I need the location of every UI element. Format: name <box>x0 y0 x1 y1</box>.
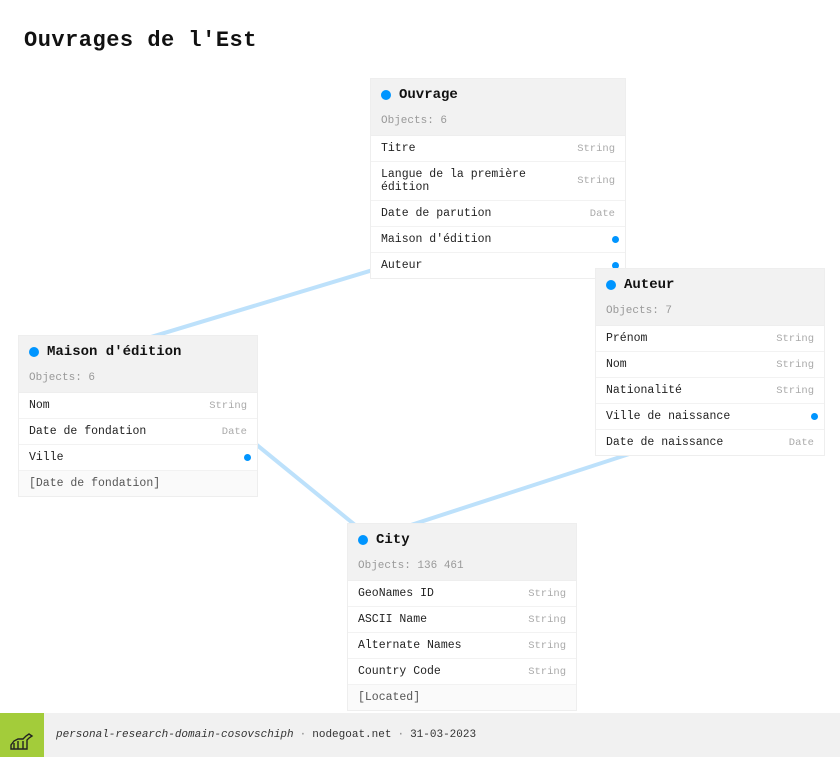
node-header[interactable]: Auteur <box>596 268 824 301</box>
field-row[interactable]: Auteur <box>371 253 625 278</box>
field-label: [Date de fondation] <box>29 477 160 490</box>
field-label: Auteur <box>381 259 422 272</box>
field-type: String <box>528 640 566 652</box>
field-row[interactable]: Nom String <box>19 393 257 419</box>
node-dot-icon <box>381 90 391 100</box>
field-label: Nationalité <box>606 384 682 397</box>
field-label: Langue de la première édition <box>381 168 577 194</box>
node-title: City <box>376 532 410 548</box>
node-objects-count: Objects: 6 <box>19 368 257 393</box>
field-label: Maison d'édition <box>381 233 491 246</box>
field-row[interactable]: GeoNames ID String <box>348 581 576 607</box>
field-type: String <box>776 385 814 397</box>
node-maison[interactable]: Maison d'édition Objects: 6 Nom String Da… <box>18 335 258 497</box>
field-label: Ville <box>29 451 64 464</box>
field-row[interactable]: Nationalité String <box>596 378 824 404</box>
footer-site: nodegoat.net <box>312 729 391 741</box>
field-label: [Located] <box>358 691 420 704</box>
field-row[interactable]: Ville de naissance <box>596 404 824 430</box>
node-dot-icon <box>29 347 39 357</box>
field-type: String <box>577 143 615 155</box>
field-label: Nom <box>29 399 50 412</box>
node-objects-count: Objects: 136 461 <box>348 556 576 581</box>
node-objects-count: Objects: 7 <box>596 301 824 326</box>
field-type: String <box>209 400 247 412</box>
footer: personal-research-domain-cosovschiph · n… <box>0 713 840 757</box>
field-row[interactable]: Titre String <box>371 136 625 162</box>
field-row[interactable]: Prénom String <box>596 326 824 352</box>
node-title: Auteur <box>624 277 674 293</box>
field-label: Ville de naissance <box>606 410 730 423</box>
page-title: Ouvrages de l'Est <box>24 28 257 53</box>
link-dot-icon <box>612 236 619 243</box>
field-label: Prénom <box>606 332 647 345</box>
link-dot-icon <box>811 413 818 420</box>
field-type: String <box>776 359 814 371</box>
footer-domain: personal-research-domain-cosovschiph <box>56 729 294 741</box>
field-label: Country Code <box>358 665 441 678</box>
field-row[interactable]: Country Code String <box>348 659 576 685</box>
field-row[interactable]: Date de naissance Date <box>596 430 824 455</box>
field-label: ASCII Name <box>358 613 427 626</box>
field-type: Date <box>590 208 615 220</box>
field-type: String <box>776 333 814 345</box>
node-header[interactable]: Maison d'édition <box>19 335 257 368</box>
node-header[interactable]: City <box>348 523 576 556</box>
field-type: Date <box>222 426 247 438</box>
field-type: Date <box>789 437 814 449</box>
node-dot-icon <box>358 535 368 545</box>
field-row[interactable]: Ville <box>19 445 257 471</box>
field-label: Alternate Names <box>358 639 462 652</box>
node-dot-icon <box>606 280 616 290</box>
goat-logo-icon <box>0 713 44 757</box>
link-dot-icon <box>244 454 251 461</box>
field-row[interactable]: ASCII Name String <box>348 607 576 633</box>
separator: · <box>300 729 307 741</box>
field-label: Nom <box>606 358 627 371</box>
node-city[interactable]: City Objects: 136 461 GeoNames IDString … <box>347 523 577 711</box>
node-ouvrage[interactable]: Ouvrage Objects: 6 Titre String Langue de… <box>370 78 626 279</box>
field-type: String <box>528 614 566 626</box>
field-type: String <box>528 588 566 600</box>
field-label: Date de naissance <box>606 436 723 449</box>
field-row[interactable]: Alternate Names String <box>348 633 576 659</box>
field-type: String <box>577 175 615 187</box>
field-label: Date de parution <box>381 207 491 220</box>
node-title: Ouvrage <box>399 87 458 103</box>
node-title: Maison d'édition <box>47 344 181 360</box>
separator: · <box>397 729 404 741</box>
footer-date: 31-03-2023 <box>410 729 476 741</box>
field-label: Date de fondation <box>29 425 146 438</box>
field-row[interactable]: Date de parution Date <box>371 201 625 227</box>
node-header[interactable]: Ouvrage <box>371 78 625 111</box>
field-label: Titre <box>381 142 416 155</box>
field-row[interactable]: Langue de la première éditionString <box>371 162 625 201</box>
field-row[interactable]: Maison d'édition <box>371 227 625 253</box>
field-row-sub[interactable]: [Date de fondation] <box>19 471 257 496</box>
node-objects-count: Objects: 6 <box>371 111 625 136</box>
field-row[interactable]: Nom String <box>596 352 824 378</box>
node-auteur[interactable]: Auteur Objects: 7 Prénom String Nom String… <box>595 268 825 456</box>
field-row[interactable]: Date de fondation Date <box>19 419 257 445</box>
field-label: GeoNames ID <box>358 587 434 600</box>
field-row-sub[interactable]: [Located] <box>348 685 576 710</box>
field-type: String <box>528 666 566 678</box>
